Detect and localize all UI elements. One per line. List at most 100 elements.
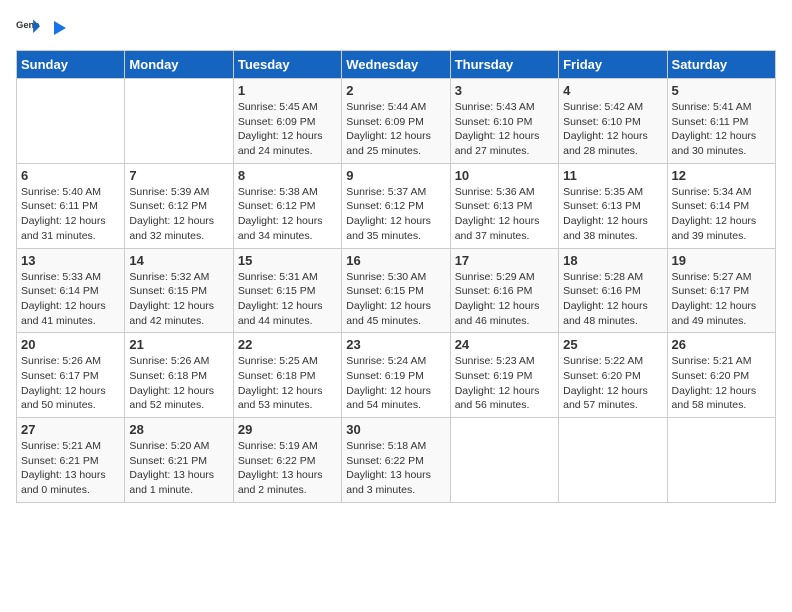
calendar-cell: 12 Sunrise: 5:34 AMSunset: 6:14 PMDayligh… — [667, 163, 775, 248]
day-number: 10 — [455, 168, 554, 183]
day-info: Sunrise: 5:45 AMSunset: 6:09 PMDaylight:… — [238, 100, 337, 159]
calendar-cell — [125, 79, 233, 164]
calendar-cell: 21 Sunrise: 5:26 AMSunset: 6:18 PMDayligh… — [125, 333, 233, 418]
col-header-monday: Monday — [125, 51, 233, 79]
calendar-cell: 26 Sunrise: 5:21 AMSunset: 6:20 PMDayligh… — [667, 333, 775, 418]
day-info: Sunrise: 5:36 AMSunset: 6:13 PMDaylight:… — [455, 185, 554, 244]
day-number: 19 — [672, 253, 771, 268]
calendar-cell — [667, 418, 775, 503]
day-number: 15 — [238, 253, 337, 268]
day-number: 17 — [455, 253, 554, 268]
col-header-saturday: Saturday — [667, 51, 775, 79]
day-number: 29 — [238, 422, 337, 437]
day-number: 2 — [346, 83, 445, 98]
calendar-cell: 22 Sunrise: 5:25 AMSunset: 6:18 PMDayligh… — [233, 333, 341, 418]
day-number: 11 — [563, 168, 662, 183]
day-info: Sunrise: 5:28 AMSunset: 6:16 PMDaylight:… — [563, 270, 662, 329]
day-number: 3 — [455, 83, 554, 98]
day-number: 24 — [455, 337, 554, 352]
day-number: 20 — [21, 337, 120, 352]
day-info: Sunrise: 5:40 AMSunset: 6:11 PMDaylight:… — [21, 185, 120, 244]
calendar-cell: 27 Sunrise: 5:21 AMSunset: 6:21 PMDayligh… — [17, 418, 125, 503]
calendar-cell: 19 Sunrise: 5:27 AMSunset: 6:17 PMDayligh… — [667, 248, 775, 333]
day-number: 26 — [672, 337, 771, 352]
calendar-cell: 10 Sunrise: 5:36 AMSunset: 6:13 PMDayligh… — [450, 163, 558, 248]
day-info: Sunrise: 5:21 AMSunset: 6:21 PMDaylight:… — [21, 439, 120, 498]
day-number: 8 — [238, 168, 337, 183]
calendar-cell — [450, 418, 558, 503]
calendar-cell: 15 Sunrise: 5:31 AMSunset: 6:15 PMDayligh… — [233, 248, 341, 333]
day-info: Sunrise: 5:22 AMSunset: 6:20 PMDaylight:… — [563, 354, 662, 413]
calendar-cell: 20 Sunrise: 5:26 AMSunset: 6:17 PMDayligh… — [17, 333, 125, 418]
day-info: Sunrise: 5:26 AMSunset: 6:17 PMDaylight:… — [21, 354, 120, 413]
calendar-cell: 18 Sunrise: 5:28 AMSunset: 6:16 PMDayligh… — [559, 248, 667, 333]
calendar-cell: 7 Sunrise: 5:39 AMSunset: 6:12 PMDaylight… — [125, 163, 233, 248]
day-info: Sunrise: 5:24 AMSunset: 6:19 PMDaylight:… — [346, 354, 445, 413]
day-number: 1 — [238, 83, 337, 98]
day-info: Sunrise: 5:32 AMSunset: 6:15 PMDaylight:… — [129, 270, 228, 329]
day-info: Sunrise: 5:35 AMSunset: 6:13 PMDaylight:… — [563, 185, 662, 244]
calendar-cell — [559, 418, 667, 503]
day-info: Sunrise: 5:41 AMSunset: 6:11 PMDaylight:… — [672, 100, 771, 159]
calendar-cell: 8 Sunrise: 5:38 AMSunset: 6:12 PMDaylight… — [233, 163, 341, 248]
col-header-friday: Friday — [559, 51, 667, 79]
day-number: 9 — [346, 168, 445, 183]
day-info: Sunrise: 5:20 AMSunset: 6:21 PMDaylight:… — [129, 439, 228, 498]
day-info: Sunrise: 5:30 AMSunset: 6:15 PMDaylight:… — [346, 270, 445, 329]
day-info: Sunrise: 5:31 AMSunset: 6:15 PMDaylight:… — [238, 270, 337, 329]
calendar-cell: 16 Sunrise: 5:30 AMSunset: 6:15 PMDayligh… — [342, 248, 450, 333]
day-info: Sunrise: 5:42 AMSunset: 6:10 PMDaylight:… — [563, 100, 662, 159]
day-number: 6 — [21, 168, 120, 183]
calendar-cell: 9 Sunrise: 5:37 AMSunset: 6:12 PMDaylight… — [342, 163, 450, 248]
day-info: Sunrise: 5:37 AMSunset: 6:12 PMDaylight:… — [346, 185, 445, 244]
day-number: 4 — [563, 83, 662, 98]
day-info: Sunrise: 5:43 AMSunset: 6:10 PMDaylight:… — [455, 100, 554, 159]
day-number: 23 — [346, 337, 445, 352]
day-number: 22 — [238, 337, 337, 352]
col-header-tuesday: Tuesday — [233, 51, 341, 79]
day-info: Sunrise: 5:23 AMSunset: 6:19 PMDaylight:… — [455, 354, 554, 413]
calendar-cell: 4 Sunrise: 5:42 AMSunset: 6:10 PMDaylight… — [559, 79, 667, 164]
day-number: 5 — [672, 83, 771, 98]
day-info: Sunrise: 5:26 AMSunset: 6:18 PMDaylight:… — [129, 354, 228, 413]
day-info: Sunrise: 5:44 AMSunset: 6:09 PMDaylight:… — [346, 100, 445, 159]
day-number: 7 — [129, 168, 228, 183]
calendar-cell: 14 Sunrise: 5:32 AMSunset: 6:15 PMDayligh… — [125, 248, 233, 333]
logo-arrow-icon — [48, 17, 70, 39]
day-number: 16 — [346, 253, 445, 268]
day-info: Sunrise: 5:34 AMSunset: 6:14 PMDaylight:… — [672, 185, 771, 244]
calendar-cell: 5 Sunrise: 5:41 AMSunset: 6:11 PMDaylight… — [667, 79, 775, 164]
day-info: Sunrise: 5:18 AMSunset: 6:22 PMDaylight:… — [346, 439, 445, 498]
day-number: 12 — [672, 168, 771, 183]
calendar-cell: 1 Sunrise: 5:45 AMSunset: 6:09 PMDaylight… — [233, 79, 341, 164]
calendar-cell: 6 Sunrise: 5:40 AMSunset: 6:11 PMDaylight… — [17, 163, 125, 248]
calendar-cell: 17 Sunrise: 5:29 AMSunset: 6:16 PMDayligh… — [450, 248, 558, 333]
col-header-thursday: Thursday — [450, 51, 558, 79]
day-info: Sunrise: 5:27 AMSunset: 6:17 PMDaylight:… — [672, 270, 771, 329]
calendar-cell: 30Sunrise: 5:18 AMSunset: 6:22 PMDayligh… — [342, 418, 450, 503]
day-info: Sunrise: 5:19 AMSunset: 6:22 PMDaylight:… — [238, 439, 337, 498]
day-number: 14 — [129, 253, 228, 268]
day-info: Sunrise: 5:29 AMSunset: 6:16 PMDaylight:… — [455, 270, 554, 329]
day-number: 21 — [129, 337, 228, 352]
day-number: 18 — [563, 253, 662, 268]
day-number: 28 — [129, 422, 228, 437]
day-info: Sunrise: 5:39 AMSunset: 6:12 PMDaylight:… — [129, 185, 228, 244]
calendar-cell: 29 Sunrise: 5:19 AMSunset: 6:22 PMDayligh… — [233, 418, 341, 503]
calendar-table: SundayMondayTuesdayWednesdayThursdayFrid… — [16, 50, 776, 503]
calendar-cell: 3 Sunrise: 5:43 AMSunset: 6:10 PMDaylight… — [450, 79, 558, 164]
col-header-wednesday: Wednesday — [342, 51, 450, 79]
calendar-cell — [17, 79, 125, 164]
col-header-sunday: Sunday — [17, 51, 125, 79]
calendar-cell: 2 Sunrise: 5:44 AMSunset: 6:09 PMDaylight… — [342, 79, 450, 164]
calendar-cell: 13Sunrise: 5:33 AMSunset: 6:14 PMDayligh… — [17, 248, 125, 333]
day-number: 27 — [21, 422, 120, 437]
day-info: Sunrise: 5:38 AMSunset: 6:12 PMDaylight:… — [238, 185, 337, 244]
header: General — [16, 16, 776, 40]
day-info: Sunrise: 5:21 AMSunset: 6:20 PMDaylight:… — [672, 354, 771, 413]
day-info: Sunrise: 5:25 AMSunset: 6:18 PMDaylight:… — [238, 354, 337, 413]
day-number: 25 — [563, 337, 662, 352]
logo: General — [16, 16, 70, 40]
calendar-cell: 25 Sunrise: 5:22 AMSunset: 6:20 PMDayligh… — [559, 333, 667, 418]
calendar-cell: 11 Sunrise: 5:35 AMSunset: 6:13 PMDayligh… — [559, 163, 667, 248]
